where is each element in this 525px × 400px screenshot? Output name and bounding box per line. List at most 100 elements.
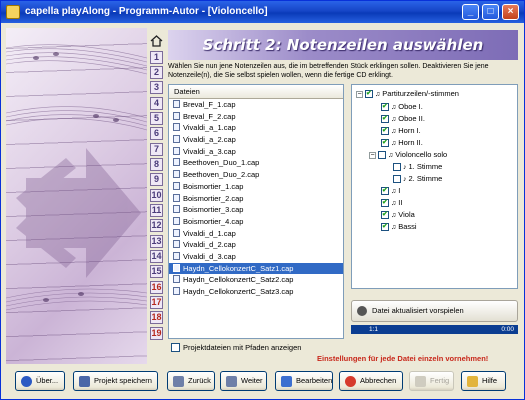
file-item[interactable]: Vivaldi_a_3.cap [169, 146, 343, 158]
collapse-icon[interactable]: − [369, 152, 376, 159]
tree-item[interactable]: ♪ 2. Stimme [393, 174, 442, 184]
about-label: Über... [36, 376, 59, 385]
file-item[interactable]: Vivaldi_d_2.cap [169, 239, 343, 251]
tree-item[interactable]: ♫Bassi [381, 222, 417, 232]
file-icon [173, 193, 180, 202]
tree-item[interactable]: − ♫ Violoncello solo [369, 150, 447, 160]
file-icon [173, 275, 180, 284]
file-item[interactable]: Haydn_CellokonzertC_Satz3.cap [169, 286, 343, 298]
file-list-header[interactable]: Dateien [169, 85, 343, 99]
minimize-button[interactable]: _ [462, 4, 479, 20]
home-icon[interactable] [150, 34, 163, 47]
file-icon [173, 100, 180, 108]
next-icon [226, 376, 237, 387]
tree-item[interactable]: ♫Horn I. [381, 126, 421, 136]
done-icon [415, 376, 426, 387]
edit-button[interactable]: Bearbeiten [275, 371, 333, 391]
file-item[interactable]: Vivaldi_d_3.cap [169, 251, 343, 263]
edit-icon [281, 376, 292, 387]
file-item-selected[interactable]: Haydn_CellokonzertC_Satz1.cap [169, 262, 343, 275]
back-button[interactable]: Zurück [167, 371, 215, 391]
step-17-button[interactable]: 17 [150, 296, 163, 309]
done-button[interactable]: Fertig [409, 371, 454, 391]
step-16-button[interactable]: 16 [150, 281, 163, 294]
tree-checkbox[interactable] [381, 138, 389, 148]
file-item[interactable]: Boismortier_2.cap [169, 193, 343, 205]
tree-item[interactable]: ♫I [381, 186, 400, 196]
step-18-button[interactable]: 18 [150, 311, 163, 324]
step-8-button[interactable]: 8 [150, 158, 163, 171]
preview-button[interactable]: Datei aktualisiert vorspielen [351, 300, 518, 322]
tree-root[interactable]: − ♫Partiturzeilen/-stimmen [356, 89, 459, 99]
tree-checkbox[interactable] [381, 210, 389, 220]
step-6-button[interactable]: 6 [150, 127, 163, 140]
step-7-button[interactable]: 7 [150, 143, 163, 156]
step-11-button[interactable]: 11 [150, 204, 163, 217]
step-9-button[interactable]: 9 [150, 173, 163, 186]
step-description: Wählen Sie nun jene Notenzeilen aus, die… [168, 63, 489, 79]
step-15-button[interactable]: 15 [150, 265, 163, 278]
tree-label: Viola [398, 210, 415, 219]
file-item[interactable]: Vivaldi_a_1.cap [169, 122, 343, 134]
tree-item[interactable]: ♪ 1. Stimme [393, 162, 442, 172]
file-name: Breval_F_1.cap [183, 100, 236, 109]
file-item[interactable]: Breval_F_1.cap [169, 99, 343, 111]
file-item[interactable]: Boismortier_4.cap [169, 216, 343, 228]
tree-item[interactable]: ♫Oboe I. [381, 102, 423, 112]
file-item[interactable]: Beethoven_Duo_1.cap [169, 157, 343, 169]
tree-checkbox[interactable] [381, 186, 389, 196]
voices-tree[interactable]: −♫Partiturzeilen/-stimmen ♫Oboe I. ♫Oboe… [351, 84, 518, 289]
tree-item[interactable]: ♫Oboe II. [381, 114, 425, 124]
tree-item[interactable]: ♫Horn II. [381, 138, 423, 148]
file-icon [173, 287, 180, 295]
cancel-label: Abbrechen [360, 376, 397, 385]
step-2-button[interactable]: 2 [150, 66, 163, 79]
step-19-button[interactable]: 19 [150, 327, 163, 340]
step-3-button[interactable]: 3 [150, 81, 163, 94]
tree-checkbox[interactable] [381, 126, 389, 136]
cancel-button[interactable]: Abbrechen [339, 371, 403, 391]
tree-item[interactable]: ♫II [381, 198, 402, 208]
tree-checkbox[interactable] [378, 151, 386, 159]
tree-checkbox[interactable] [381, 198, 389, 208]
step-10-button[interactable]: 10 [150, 189, 163, 202]
help-button[interactable]: Hilfe [461, 371, 506, 391]
file-item[interactable]: Vivaldi_d_1.cap [169, 228, 343, 240]
playback-progress[interactable]: 1:1 0:00 [351, 325, 518, 334]
close-button[interactable]: × [502, 4, 519, 20]
maximize-button[interactable]: □ [482, 4, 499, 20]
tree-checkbox[interactable] [381, 114, 389, 124]
file-item[interactable]: Boismortier_1.cap [169, 181, 343, 193]
save-project-button[interactable]: Projekt speichern [73, 371, 158, 391]
step-13-button[interactable]: 13 [150, 235, 163, 248]
step-12-button[interactable]: 12 [150, 219, 163, 232]
step-1-button[interactable]: 1 [150, 51, 163, 64]
about-button[interactable]: Über... [15, 371, 65, 391]
tree-item[interactable]: ♫Viola [381, 210, 415, 220]
speaker-icon [357, 306, 367, 316]
next-button[interactable]: Weiter [220, 371, 267, 391]
step-5-button[interactable]: 5 [150, 112, 163, 125]
show-paths-option[interactable]: Projektdateien mit Pfaden anzeigen [171, 343, 301, 352]
file-item[interactable]: Breval_F_2.cap [169, 111, 343, 123]
tree-checkbox[interactable] [381, 222, 389, 232]
step-heading: Schritt 2: Notenzeilen auswählen [168, 30, 518, 60]
save-project-label: Projekt speichern [94, 376, 152, 385]
tree-checkbox[interactable] [365, 89, 373, 99]
file-item[interactable]: Boismortier_3.cap [169, 204, 343, 216]
tree-checkbox[interactable] [381, 102, 389, 112]
file-name: Vivaldi_d_2.cap [183, 240, 236, 250]
file-item[interactable]: Beethoven_Duo_2.cap [169, 169, 343, 181]
tree-checkbox[interactable] [393, 163, 401, 171]
show-paths-checkbox[interactable] [171, 343, 180, 352]
collapse-icon[interactable]: − [356, 91, 363, 98]
file-list[interactable]: Dateien Breval_F_1.cap Breval_F_2.cap Vi… [168, 84, 344, 339]
step-14-button[interactable]: 14 [150, 250, 163, 263]
file-item[interactable]: Vivaldi_a_2.cap [169, 134, 343, 146]
staff-icon: ♫ [388, 152, 394, 159]
window-title: capella playAlong - Programm-Autor - [Vi… [25, 6, 268, 17]
file-item[interactable]: Haydn_CellokonzertC_Satz2.cap [169, 274, 343, 286]
file-name: Haydn_CellokonzertC_Satz3.cap [183, 287, 294, 296]
tree-checkbox[interactable] [393, 175, 401, 183]
step-4-button[interactable]: 4 [150, 97, 163, 110]
